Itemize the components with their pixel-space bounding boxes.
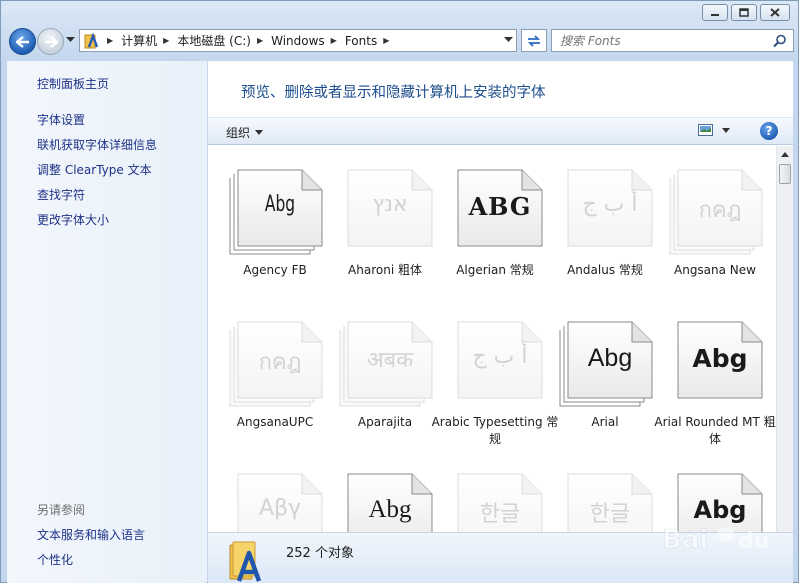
breadcrumb-fonts[interactable]: Fonts ▶ (345, 30, 398, 51)
control-panel-home-link[interactable]: 控制面板主页 (37, 75, 109, 92)
maximize-icon (739, 8, 749, 17)
font-sample-text: अबक (366, 348, 414, 373)
content-pane: 预览、删除或者显示和隐藏计算机上安装的字体 组织 ? Abg Agency FB… (208, 61, 793, 583)
chevron-down-icon (722, 128, 730, 133)
font-sample-text: กคฎ (258, 350, 302, 375)
close-button[interactable] (760, 4, 790, 21)
object-count: 252 个对象 (286, 546, 354, 561)
font-sample-text: Abg (693, 496, 747, 524)
font-settings-link[interactable]: 字体设置 (37, 111, 85, 128)
fonts-folder-icon (229, 541, 262, 582)
organize-button[interactable]: 组织 (226, 124, 264, 141)
back-button[interactable] (9, 28, 36, 55)
search-input[interactable] (552, 33, 762, 48)
font-sample-text: กคฎ (698, 198, 742, 223)
font-sample-text: 한글 (589, 502, 631, 527)
refresh-icon (527, 34, 541, 47)
command-bar: 组织 ? (208, 117, 793, 145)
vertical-scrollbar[interactable] (776, 146, 793, 532)
font-sample-text: أ ب ج (472, 344, 528, 369)
help-button[interactable]: ? (760, 122, 778, 140)
find-character-link[interactable]: 查找字符 (37, 186, 85, 203)
scrollbar-thumb[interactable] (779, 164, 791, 184)
address-bar[interactable]: ▶ 计算机 ▶ 本地磁盘 (C:) ▶ Windows ▶ Fonts ▶ (79, 29, 517, 52)
font-sample-text: Αβγ (258, 496, 302, 521)
minimize-button[interactable] (702, 4, 728, 21)
address-dropdown-icon[interactable] (504, 37, 513, 43)
font-sample-text: أ ب ج (582, 192, 638, 217)
font-sample-text: Abg (587, 344, 633, 372)
search-icon[interactable] (773, 34, 787, 48)
change-view-button[interactable] (698, 124, 730, 137)
change-font-size-link[interactable]: 更改字体大小 (37, 211, 109, 228)
details-pane: 252 个对象 (208, 532, 793, 583)
see-also-heading: 另请参阅 (37, 503, 86, 517)
font-name-label: Arial Rounded MT 粗体 (654, 415, 776, 446)
refresh-button[interactable] (521, 29, 547, 52)
close-icon (770, 8, 780, 17)
caption-buttons (702, 4, 790, 21)
page-title: 预览、删除或者显示和隐藏计算机上安装的字体 (241, 85, 546, 101)
navigation-pane: 控制面板主页 字体设置 联机获取字体详细信息 调整 ClearType 文本 查… (7, 61, 207, 583)
breadcrumb-windows[interactable]: Windows ▶ (271, 30, 345, 51)
personalization-link[interactable]: 个性化 (37, 551, 73, 568)
fonts-grid: Abg Agency FB אנץ Aharoni 粗体 ABG Algerian 常… (208, 146, 776, 532)
navigation-bar: ▶ 计算机 ▶ 本地磁盘 (C:) ▶ Windows ▶ Fonts ▶ (7, 27, 794, 55)
adjust-cleartype-link[interactable]: 调整 ClearType 文本 (37, 161, 152, 178)
scroll-up-button[interactable] (777, 146, 793, 162)
minimize-icon (711, 13, 719, 16)
back-arrow-icon (15, 35, 29, 48)
font-sample-text: אנץ (372, 192, 408, 217)
forward-arrow-icon (44, 35, 58, 48)
recent-pages-chevron-icon[interactable] (66, 37, 75, 43)
breadcrumb-computer[interactable]: 计算机 ▶ (121, 30, 177, 51)
font-sample-text: ABG (468, 192, 532, 221)
fonts-folder-icon (84, 31, 99, 48)
organize-label: 组织 (226, 126, 251, 140)
font-sample-text: Abg (692, 344, 748, 373)
search-box[interactable] (551, 29, 794, 52)
chevron-down-icon (255, 130, 264, 135)
font-sample-text: Abg (368, 496, 412, 523)
font-name-label: Angsana New (674, 263, 756, 277)
get-font-info-online-link[interactable]: 联机获取字体详细信息 (37, 136, 157, 153)
forward-button[interactable] (37, 28, 64, 55)
font-sample-text: Abg (264, 192, 296, 217)
breadcrumb-local-disk[interactable]: 本地磁盘 (C:) ▶ (177, 30, 271, 51)
breadcrumb-root-chevron[interactable]: ▶ (101, 30, 121, 51)
maximize-button[interactable] (731, 4, 757, 21)
view-icon (698, 124, 713, 136)
text-services-link[interactable]: 文本服务和输入语言 (37, 526, 145, 543)
scroll-up-arrow-icon (781, 151, 789, 157)
font-sample-text: 한글 (479, 502, 521, 527)
explorer-window: ▶ 计算机▶ 本地磁盘 (C:)▶ Windows▶ Fonts▶ 控制面板主页… (0, 0, 799, 583)
